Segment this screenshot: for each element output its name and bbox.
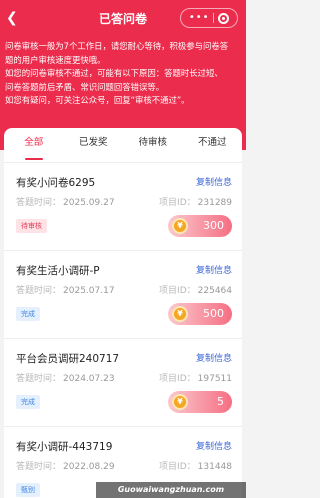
- reward-amount: 500: [203, 307, 224, 320]
- status-badge: 完成: [16, 307, 40, 321]
- id-value: 197511: [197, 374, 232, 384]
- review-notice: 问卷审核一般为7个工作日，请您耐心等待，积极参与问卷答 题的用户审核速度更快哦。…: [5, 40, 243, 108]
- date-label: 答题时间：: [16, 198, 62, 208]
- copy-info-button[interactable]: 复制信息: [196, 263, 232, 276]
- capsule-divider: [213, 13, 215, 23]
- coin-icon: ¥: [172, 218, 188, 234]
- reward-pill: ¥ 5: [168, 391, 232, 413]
- survey-name: 有奖小调研-443719: [16, 441, 113, 453]
- answer-date: 答题时间： 2025.09.27: [16, 195, 115, 208]
- status-tabs: 全部 已发奖 待审核 不通过: [4, 128, 242, 162]
- survey-item: 有奖生活小调研-P 复制信息 答题时间： 2025.07.17 项目ID： 2254…: [4, 251, 242, 339]
- date-value: 2022.08.29: [63, 462, 115, 472]
- close-circle-icon[interactable]: [218, 12, 230, 24]
- survey-name: 有奖小问卷6295: [16, 177, 96, 189]
- status-badge: 甄别: [16, 483, 40, 497]
- tab-pending-review[interactable]: 待审核: [123, 128, 183, 162]
- survey-name: 有奖生活小调研-P: [16, 265, 100, 277]
- survey-name: 平台会员调研240717: [16, 353, 120, 365]
- answer-date: 答题时间： 2024.07.23: [16, 371, 115, 384]
- reward-pill: ¥ 500: [168, 303, 232, 325]
- project-id: 项目ID： 197511: [159, 371, 232, 384]
- notice-line: 如您有疑问，可关注公众号，回复“审核不通过”。: [5, 95, 190, 106]
- coin-icon: ¥: [172, 394, 188, 410]
- id-value: 131448: [197, 462, 232, 472]
- date-value: 2025.09.27: [63, 198, 115, 208]
- mini-program-capsule: •••: [180, 8, 238, 28]
- date-value: 2024.07.23: [63, 374, 115, 384]
- id-label: 项目ID：: [159, 198, 196, 208]
- answer-date: 答题时间： 2022.08.29: [16, 459, 115, 472]
- survey-list-card: 全部 已发奖 待审核 不通过 有奖小问卷6295 复制信息 答题时间： 2025.…: [4, 128, 242, 498]
- id-label: 项目ID：: [159, 374, 196, 384]
- id-label: 项目ID：: [159, 286, 196, 296]
- survey-item: 有奖小问卷6295 复制信息 答题时间： 2025.09.27 项目ID： 2312…: [4, 163, 242, 251]
- tab-rejected[interactable]: 不通过: [183, 128, 243, 162]
- id-label: 项目ID：: [159, 462, 196, 472]
- status-badge: 待审核: [16, 219, 47, 233]
- notice-line: 问卷审核一般为7个工作日，请您耐心等待，积极参与问卷答: [5, 41, 229, 51]
- site-watermark: Guowaiwangzhuan.com: [96, 482, 246, 498]
- copy-info-button[interactable]: 复制信息: [196, 175, 232, 188]
- id-value: 231289: [197, 198, 232, 208]
- copy-info-button[interactable]: 复制信息: [196, 351, 232, 364]
- answer-date: 答题时间： 2025.07.17: [16, 283, 115, 296]
- reward-amount: 300: [203, 219, 224, 232]
- date-label: 答题时间：: [16, 286, 62, 296]
- notice-line: 题的用户审核速度更快哦。: [5, 54, 106, 65]
- copy-info-button[interactable]: 复制信息: [196, 439, 232, 452]
- reward-pill: ¥ 300: [168, 215, 232, 237]
- project-id: 项目ID： 231289: [159, 195, 232, 208]
- more-icon[interactable]: •••: [189, 13, 210, 23]
- project-id: 项目ID： 225464: [159, 283, 232, 296]
- coin-icon: ¥: [172, 306, 188, 322]
- status-badge: 完成: [16, 395, 40, 409]
- project-id: 项目ID： 131448: [159, 459, 232, 472]
- reward-amount: 5: [217, 395, 224, 408]
- notice-line: 如您的问卷审核不通过，可能有以下原因：答题时长过短、: [5, 68, 223, 79]
- id-value: 225464: [197, 286, 232, 296]
- date-value: 2025.07.17: [63, 286, 115, 296]
- nav-bar: ❮ 已答问卷 •••: [0, 0, 246, 36]
- survey-item: 平台会员调研240717 复制信息 答题时间： 2024.07.23 项目ID： 1…: [4, 339, 242, 427]
- notice-line: 问卷答题前后矛盾、常识问题回答错误等。: [5, 81, 165, 92]
- tab-rewarded[interactable]: 已发奖: [64, 128, 124, 162]
- tab-all[interactable]: 全部: [4, 128, 64, 162]
- date-label: 答题时间：: [16, 374, 62, 384]
- date-label: 答题时间：: [16, 462, 62, 472]
